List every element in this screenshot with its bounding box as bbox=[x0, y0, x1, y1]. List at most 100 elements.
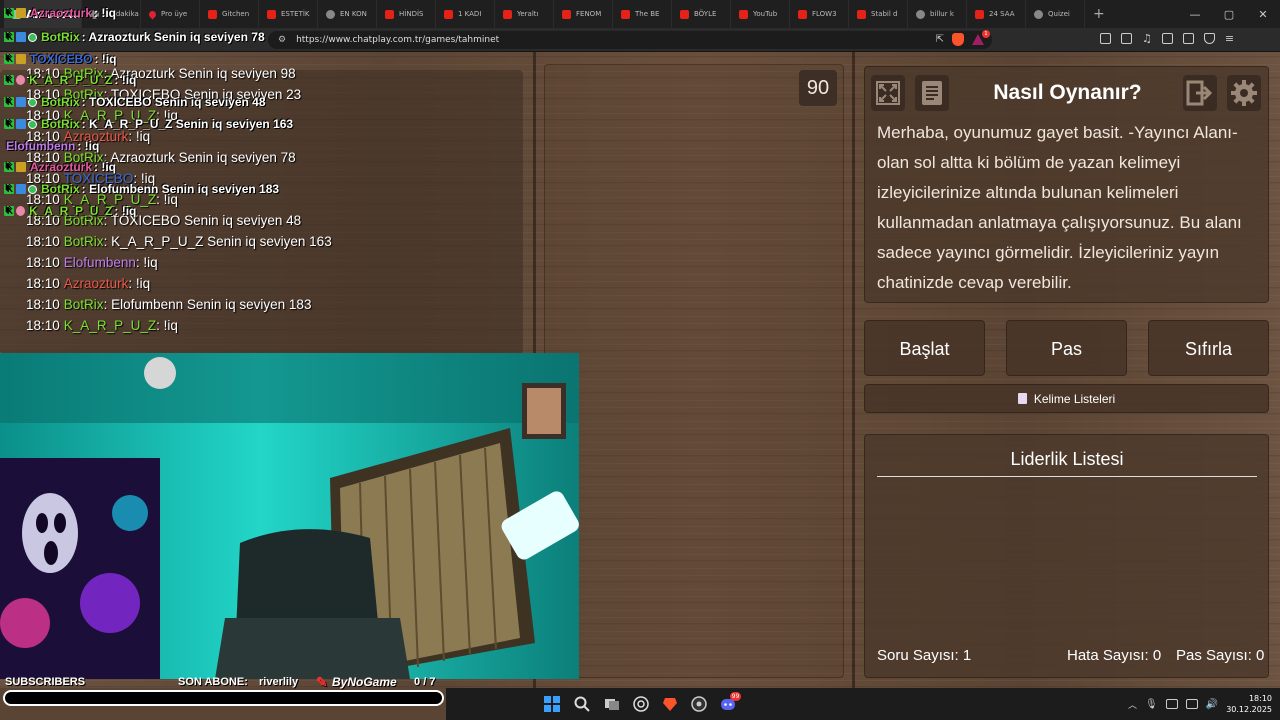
site-settings-icon[interactable]: ⚙ bbox=[278, 35, 286, 45]
url-field[interactable]: ⚙ https://www.chatplay.com.tr/games/tahm… bbox=[268, 30, 992, 49]
last-sub-name: riverlily bbox=[259, 676, 299, 688]
subscriber-badge-icon bbox=[16, 119, 26, 129]
task-view-icon[interactable] bbox=[604, 696, 620, 712]
chat-text: : !iq bbox=[135, 255, 158, 270]
browser-tab[interactable]: Yeraltı bbox=[495, 0, 554, 28]
wallet-icon[interactable] bbox=[1182, 33, 1194, 44]
globe-icon bbox=[1034, 9, 1043, 19]
chat-text: : K_A_R_P_U_Z Senin iq seviyen 163 bbox=[103, 234, 332, 249]
pass-count-label: Pas Sayısı: bbox=[1176, 647, 1252, 664]
minimize-button[interactable]: — bbox=[1178, 8, 1212, 21]
verified-badge-icon bbox=[28, 119, 37, 129]
browser-tab[interactable]: Stabil d bbox=[849, 0, 908, 28]
pass-count-stat: Pas Sayısı: 0 bbox=[1176, 647, 1264, 664]
network-icon[interactable] bbox=[1185, 699, 1198, 709]
chevron-up-icon[interactable]: ︿ bbox=[1128, 698, 1137, 711]
obs-icon[interactable] bbox=[691, 696, 707, 712]
windows-start-icon[interactable] bbox=[544, 696, 560, 712]
crown-badge-icon bbox=[16, 162, 26, 172]
last-sub-label: SON ABONE: bbox=[178, 676, 248, 688]
close-window-button[interactable]: ✕ bbox=[1246, 8, 1280, 21]
overlay-chat-text: : !iq bbox=[94, 6, 117, 20]
browser-tab[interactable]: EN KON bbox=[318, 0, 377, 28]
leaderboard-title: Liderlik Listesi bbox=[877, 449, 1257, 477]
error-count-label: Hata Sayısı: bbox=[1067, 647, 1149, 664]
browser-tab-label: 24 SAA bbox=[989, 10, 1015, 18]
maximize-button[interactable]: ▢ bbox=[1212, 8, 1246, 21]
reset-button[interactable]: Sıfırla bbox=[1148, 320, 1269, 376]
browser-tab-label: billur k bbox=[930, 10, 954, 18]
streamer-area-panel bbox=[544, 64, 844, 678]
extensions-icon[interactable] bbox=[1100, 33, 1111, 44]
browser-tab[interactable]: FLOW3 bbox=[790, 0, 849, 28]
browser-tab[interactable]: Gitchen bbox=[200, 0, 259, 28]
browser-tab[interactable]: billur k bbox=[908, 0, 967, 28]
overlay-chat-username: Elofumbenn bbox=[6, 139, 76, 153]
chat-time: 18:10 bbox=[26, 297, 60, 312]
chat-message: 18:10 Azraozturk: !iq bbox=[26, 276, 150, 291]
chat-time: 18:10 bbox=[26, 255, 60, 270]
pink-badge-icon bbox=[16, 206, 25, 216]
browser-tab-label: FLOW3 bbox=[812, 10, 837, 18]
subscriber-badge-icon bbox=[16, 97, 26, 107]
clock-date: 30.12.2025 bbox=[1226, 705, 1272, 714]
exit-button[interactable] bbox=[1183, 75, 1217, 111]
browser-tab[interactable]: FENOM bbox=[554, 0, 613, 28]
share-icon[interactable]: ⇱ bbox=[936, 34, 944, 45]
error-count-stat: Hata Sayısı: 0 bbox=[1067, 647, 1161, 664]
sidebar-icon[interactable] bbox=[1161, 33, 1173, 44]
word-lists-label: Kelime Listeleri bbox=[1033, 391, 1116, 406]
screenshot-icon[interactable] bbox=[1121, 33, 1132, 44]
plank-seam bbox=[852, 52, 855, 688]
youtube-icon bbox=[798, 9, 807, 19]
brave-rewards-icon[interactable]: 1 bbox=[972, 30, 990, 45]
browser-tab[interactable]: ESTETİK bbox=[259, 0, 318, 28]
kick-badge-icon: K bbox=[4, 184, 14, 194]
overlay-chat-text: : TOXICEBO Senin iq seviyen 48 bbox=[81, 95, 266, 109]
crown-badge-icon bbox=[16, 54, 26, 64]
shield-icon[interactable] bbox=[1203, 33, 1215, 44]
url-text: https://www.chatplay.com.tr/games/tahmin… bbox=[296, 35, 500, 45]
pink-badge-icon bbox=[16, 75, 25, 85]
volume-icon[interactable]: 🔊 bbox=[1206, 699, 1218, 710]
chat-username: K_A_R_P_U_Z bbox=[63, 318, 157, 333]
new-tab-button[interactable]: + bbox=[1093, 6, 1105, 22]
overlay-chat-message: K TOXICEBO: !iq bbox=[4, 52, 116, 66]
word-lists-button[interactable]: Kelime Listeleri bbox=[864, 384, 1269, 413]
browser-tab[interactable]: BÖYLE bbox=[672, 0, 731, 28]
browser-tab[interactable]: Pro üye bbox=[141, 0, 200, 28]
brand-name: ByNoGame bbox=[332, 675, 397, 689]
pass-count-value: 0 bbox=[1256, 647, 1265, 664]
display-icon[interactable] bbox=[1165, 699, 1178, 709]
brave-shields-icon[interactable] bbox=[952, 33, 964, 46]
search-icon[interactable] bbox=[574, 696, 590, 712]
kick-badge-icon: K bbox=[4, 206, 14, 216]
chat-message: 18:10 Elofumbenn: !iq bbox=[26, 255, 158, 270]
browser-tab[interactable]: Quizei bbox=[1026, 0, 1085, 28]
overlay-chat-text: : Elofumbenn Senin iq seviyen 183 bbox=[81, 182, 280, 196]
question-count-value: 1 bbox=[962, 647, 972, 664]
browser-tab[interactable]: HİNDİS bbox=[377, 0, 436, 28]
menu-icon[interactable]: ≡ bbox=[1225, 33, 1234, 44]
youtube-icon bbox=[503, 9, 512, 19]
chatgpt-icon[interactable] bbox=[633, 696, 649, 712]
browser-tab[interactable]: 24 SAA bbox=[967, 0, 1026, 28]
overlay-chat-text: : !iq bbox=[114, 204, 137, 218]
brave-browser-icon[interactable] bbox=[662, 696, 678, 712]
youtube-icon bbox=[208, 9, 217, 19]
chat-time: 18:10 bbox=[26, 276, 60, 291]
rewards-badge: 1 bbox=[982, 30, 990, 38]
pass-button[interactable]: Pas bbox=[1006, 320, 1127, 376]
chat-text: : !iq bbox=[128, 129, 151, 144]
settings-button[interactable] bbox=[1227, 75, 1261, 111]
browser-tab[interactable]: YouTub bbox=[731, 0, 790, 28]
logout-icon bbox=[1186, 80, 1213, 106]
browser-tab[interactable]: The BE bbox=[613, 0, 672, 28]
clock[interactable]: 18:10 30.12.2025 bbox=[1226, 693, 1272, 715]
kick-badge-icon: K bbox=[4, 162, 14, 172]
microphone-icon[interactable]: 🎙 bbox=[1145, 699, 1158, 710]
browser-tab-label: Pro üye bbox=[161, 10, 188, 18]
music-icon[interactable]: ♫ bbox=[1142, 33, 1152, 44]
browser-tab[interactable]: 1 KADI bbox=[436, 0, 495, 28]
start-button[interactable]: Başlat bbox=[864, 320, 985, 376]
